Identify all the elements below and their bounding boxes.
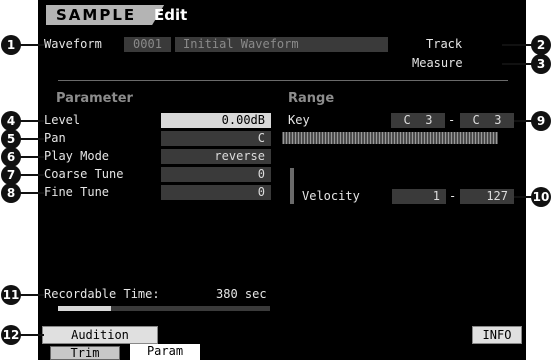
recordable-time-label: Recordable Time: bbox=[44, 287, 160, 301]
callout-line bbox=[20, 192, 44, 194]
callout-9: 9 bbox=[531, 111, 551, 131]
fine-tune-field[interactable]: 0 bbox=[161, 185, 271, 200]
level-field[interactable]: 0.00dB bbox=[161, 113, 271, 128]
audition-button[interactable]: Audition bbox=[42, 326, 158, 344]
callout-line bbox=[20, 294, 44, 296]
callout-line bbox=[502, 44, 532, 46]
velocity-label: Velocity bbox=[302, 189, 360, 203]
velocity-high-field[interactable]: 127 bbox=[460, 189, 514, 204]
callout-line bbox=[20, 120, 44, 122]
callout-1: 1 bbox=[1, 35, 21, 55]
keyboard-graphic bbox=[282, 132, 498, 144]
callout-3: 3 bbox=[531, 54, 551, 74]
callout-line bbox=[514, 196, 532, 198]
callout-12: 12 bbox=[1, 325, 21, 345]
velocity-meter bbox=[290, 168, 294, 204]
measure-label: Measure bbox=[412, 56, 463, 70]
lcd-screen: SAMPLE Edit Waveform 0001 Initial Wavefo… bbox=[38, 0, 526, 360]
level-label: Level bbox=[44, 113, 81, 127]
key-high-field[interactable]: C 3 bbox=[460, 113, 514, 128]
callout-line bbox=[20, 334, 44, 336]
callout-line bbox=[20, 156, 44, 158]
recordable-time-bar bbox=[58, 306, 270, 311]
info-button[interactable]: INFO bbox=[472, 326, 522, 344]
fine-tune-label: Fine Tune bbox=[44, 185, 110, 199]
recordable-time-bar-fill bbox=[58, 306, 111, 311]
velocity-dash: - bbox=[449, 189, 457, 203]
callout-line bbox=[20, 44, 44, 46]
page-title: Edit bbox=[154, 6, 188, 24]
parameter-heading: Parameter bbox=[56, 91, 133, 106]
callout-line bbox=[502, 63, 532, 65]
callout-line bbox=[20, 174, 44, 176]
tab-trim[interactable]: Trim bbox=[50, 346, 120, 360]
waveform-label: Waveform bbox=[44, 37, 102, 51]
callout-2: 2 bbox=[531, 35, 551, 55]
callout-line bbox=[514, 120, 532, 122]
coarse-tune-label: Coarse Tune bbox=[44, 167, 124, 181]
recordable-time-value: 380 sec bbox=[216, 287, 267, 301]
callout-5: 5 bbox=[1, 129, 21, 149]
mode-title: SAMPLE bbox=[46, 5, 164, 25]
waveform-number[interactable]: 0001 bbox=[124, 37, 171, 52]
callout-10: 10 bbox=[531, 187, 551, 207]
callout-6: 6 bbox=[1, 147, 21, 167]
key-dash: - bbox=[448, 113, 456, 127]
pan-field[interactable]: C bbox=[161, 131, 271, 146]
key-low-field[interactable]: C 3 bbox=[391, 113, 445, 128]
track-label: Track bbox=[426, 37, 463, 51]
waveform-name[interactable]: Initial Waveform bbox=[175, 37, 388, 52]
callout-8: 8 bbox=[1, 183, 21, 203]
callout-11: 11 bbox=[1, 285, 21, 305]
play-mode-label: Play Mode bbox=[44, 149, 110, 163]
range-heading: Range bbox=[288, 91, 335, 106]
tab-param[interactable]: Param bbox=[130, 344, 200, 360]
key-label: Key bbox=[288, 113, 310, 127]
pan-label: Pan bbox=[44, 131, 66, 145]
divider bbox=[58, 80, 508, 81]
play-mode-field[interactable]: reverse bbox=[161, 149, 271, 164]
callout-4: 4 bbox=[1, 111, 21, 131]
callout-7: 7 bbox=[1, 165, 21, 185]
callout-line bbox=[20, 138, 44, 140]
velocity-low-field[interactable]: 1 bbox=[392, 189, 446, 204]
coarse-tune-field[interactable]: 0 bbox=[161, 167, 271, 182]
